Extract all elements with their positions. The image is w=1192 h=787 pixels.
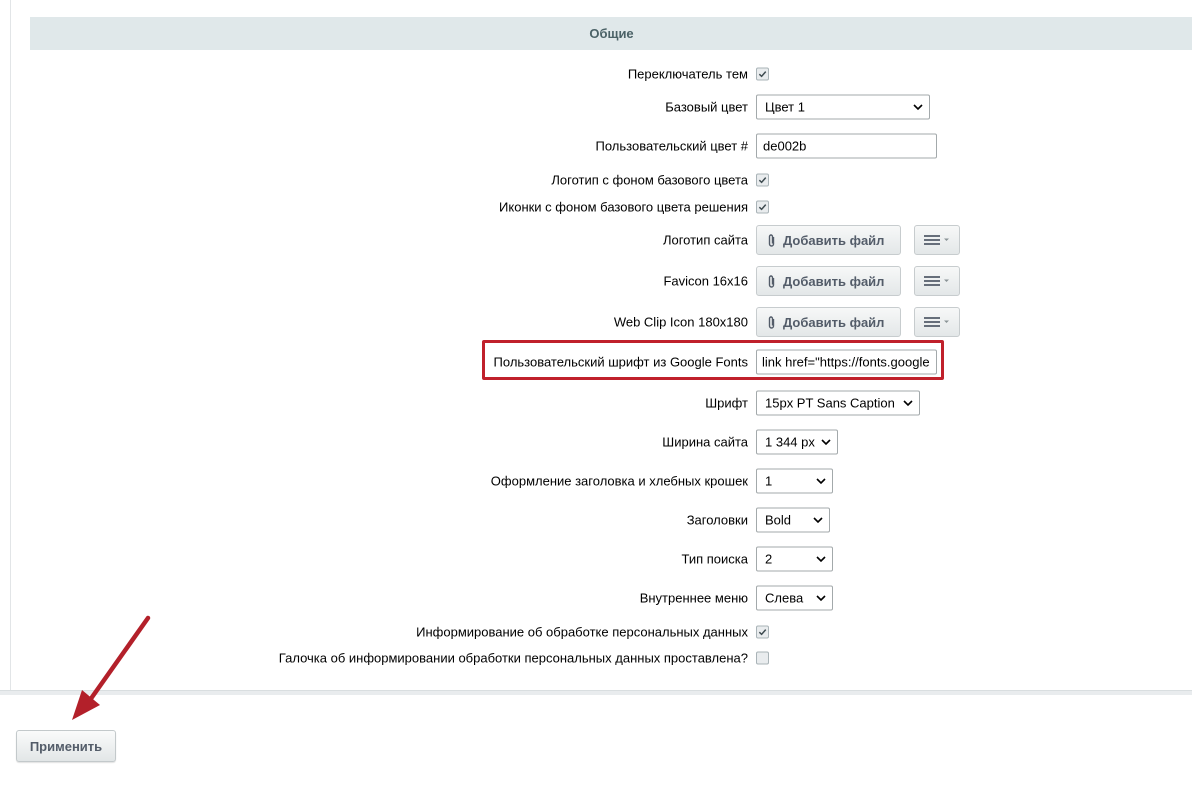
- hamburger-menu-icon: [924, 276, 949, 286]
- headings-label: Заголовки: [686, 512, 748, 528]
- icons-bg-label: Иконки с фоном базового цвета решения: [499, 199, 748, 215]
- hamburger-menu-icon: [924, 235, 949, 245]
- search-type-label: Тип поиска: [681, 551, 748, 567]
- favicon-controls: Добавить файл: [756, 266, 962, 296]
- custom-color-input[interactable]: de002b: [756, 133, 937, 159]
- chevron-down-icon: [816, 556, 826, 563]
- red-arrow: [72, 615, 151, 720]
- chevron-down-icon: [813, 517, 823, 524]
- footer-separator: [0, 690, 1192, 695]
- webclip-menu-button[interactable]: [914, 307, 960, 337]
- paperclip-icon: [768, 233, 775, 247]
- pd-checked-label: Галочка об информировании обработки перс…: [278, 650, 748, 666]
- site-width-select[interactable]: 1 344 px: [756, 429, 838, 455]
- checkmark-icon: [758, 71, 767, 78]
- checkmark-icon: [758, 177, 767, 184]
- paperclip-icon: [768, 315, 775, 329]
- checkmark-icon: [758, 629, 767, 636]
- favicon-menu-button[interactable]: [914, 266, 960, 296]
- custom-color-value: de002b: [763, 138, 807, 154]
- search-type-value: 2: [765, 551, 773, 567]
- favicon-label: Favicon 16x16: [663, 273, 748, 289]
- title-style-value: 1: [765, 473, 773, 489]
- title-style-select[interactable]: 1: [756, 468, 833, 494]
- theme-switch-label: Переключатель тем: [627, 66, 748, 82]
- section-title: Общие: [589, 26, 634, 41]
- title-style-label: Оформление заголовка и хлебных крошек: [490, 473, 748, 489]
- base-color-label: Базовый цвет: [665, 99, 748, 115]
- section-header: Общие: [30, 17, 1192, 50]
- favicon-add-file-button[interactable]: Добавить файл: [756, 266, 901, 296]
- site-logo-menu-button[interactable]: [914, 225, 960, 255]
- pd-checked-checkbox[interactable]: [756, 651, 769, 665]
- site-logo-label: Логотип сайта: [662, 232, 748, 248]
- chevron-down-icon: [821, 439, 831, 446]
- headings-select[interactable]: Bold: [756, 507, 830, 533]
- headings-value: Bold: [765, 512, 792, 528]
- checkmark-icon: [758, 204, 767, 211]
- logo-bg-label: Логотип с фоном базового цвета: [551, 172, 748, 188]
- annotation-highlight-box: [482, 340, 944, 380]
- site-width-value: 1 344 px: [765, 434, 815, 450]
- webclip-add-file-label: Добавить файл: [783, 314, 885, 330]
- pd-inform-checkbox[interactable]: [756, 625, 769, 639]
- search-type-select[interactable]: 2: [756, 546, 833, 572]
- webclip-controls: Добавить файл: [756, 307, 962, 337]
- chevron-down-icon: [816, 478, 826, 485]
- apply-button-label: Применить: [29, 738, 103, 754]
- custom-color-label: Пользовательский цвет #: [595, 138, 748, 154]
- inner-menu-value: Слева: [765, 590, 804, 606]
- paperclip-icon: [768, 274, 775, 288]
- webclip-add-file-button[interactable]: Добавить файл: [756, 307, 901, 337]
- favicon-add-file-label: Добавить файл: [783, 273, 885, 289]
- theme-switch-checkbox[interactable]: [756, 67, 769, 81]
- webclip-label: Web Clip Icon 180x180: [613, 314, 748, 330]
- site-logo-add-file-button[interactable]: Добавить файл: [756, 225, 901, 255]
- pd-inform-label: Информирование об обработке персональных…: [416, 624, 748, 640]
- inner-menu-select[interactable]: Слева: [756, 585, 833, 611]
- hamburger-menu-icon: [924, 317, 949, 327]
- chevron-down-icon: [903, 400, 913, 407]
- font-label: Шрифт: [705, 395, 748, 411]
- site-width-label: Ширина сайта: [662, 434, 748, 450]
- icons-bg-checkbox[interactable]: [756, 200, 769, 214]
- apply-button[interactable]: Применить: [16, 730, 116, 762]
- chevron-down-icon: [913, 104, 923, 111]
- base-color-value: Цвет 1: [765, 99, 805, 115]
- site-logo-add-file-label: Добавить файл: [783, 232, 885, 248]
- chevron-down-icon: [816, 595, 826, 602]
- logo-bg-checkbox[interactable]: [756, 173, 769, 187]
- site-logo-controls: Добавить файл: [756, 225, 962, 255]
- font-select[interactable]: 15px PT Sans Caption: [756, 390, 920, 416]
- base-color-select[interactable]: Цвет 1: [756, 94, 930, 120]
- inner-menu-label: Внутреннее меню: [639, 590, 748, 606]
- font-value: 15px PT Sans Caption: [765, 395, 895, 411]
